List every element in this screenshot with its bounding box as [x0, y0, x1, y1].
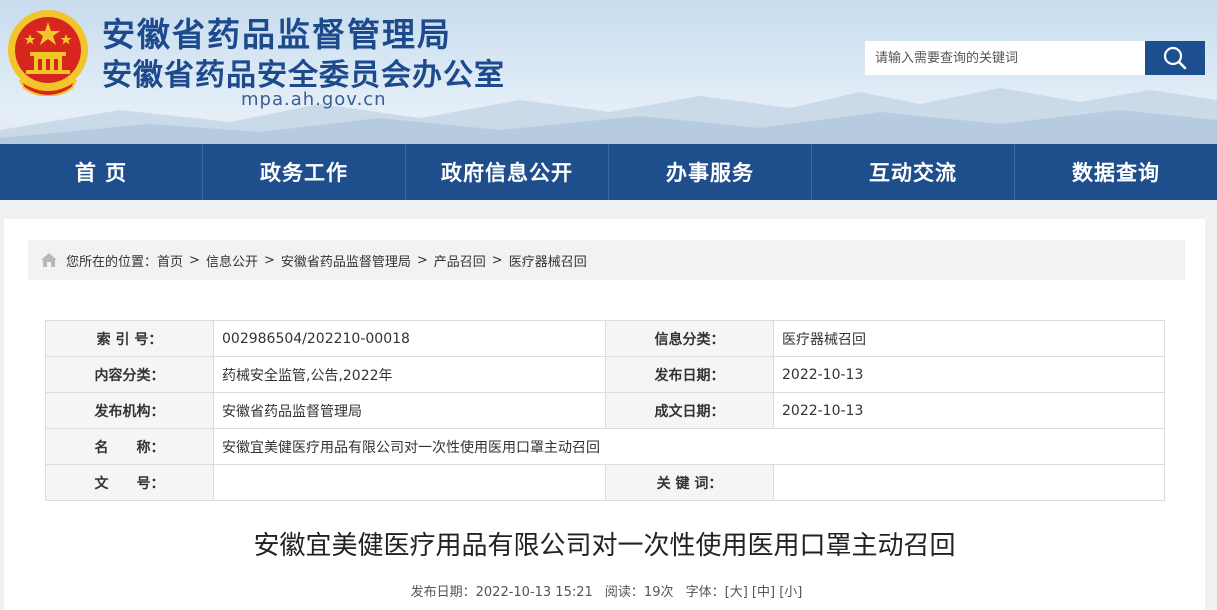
main-nav: 首 页 政务工作 政府信息公开 办事服务 互动交流 数据查询 [0, 144, 1217, 200]
font-size-label: 字体： [685, 585, 725, 600]
table-row: 发布机构： 安徽省药品监督管理局 成文日期： 2022-10-13 [45, 392, 1165, 429]
category-value: 医疗器械召回 [773, 320, 1165, 357]
site-title: 安徽省药品监督管理局 [102, 15, 452, 54]
breadcrumb-separator: > [491, 252, 503, 268]
category-label: 信息分类： [605, 320, 774, 357]
keywords-value [773, 464, 1165, 501]
font-size-small-button[interactable]: [小] [779, 585, 802, 600]
main-content: 您所在的位置： 首页 > 信息公开 > 安徽省药品监督管理局 > 产品召回 > … [4, 219, 1205, 610]
name-value: 安徽宜美健医疗用品有限公司对一次性使用医用口罩主动召回 [213, 428, 1165, 465]
font-size-large-button[interactable]: [大] [725, 585, 748, 600]
article-publish-date: 发布日期：2022-10-13 15:21 [410, 585, 593, 600]
article-title: 安徽宜美健医疗用品有限公司对一次性使用医用口罩主动召回 [253, 531, 956, 561]
breadcrumb-separator: > [189, 252, 200, 268]
index-value: 002986504/202210-00018 [213, 320, 606, 357]
metadata-table: 索 引 号： 002986504/202210-00018 信息分类： 医疗器械… [45, 320, 1165, 501]
breadcrumb-item-bureau[interactable]: 安徽省药品监督管理局 [281, 251, 411, 270]
document-number-value [213, 464, 606, 501]
breadcrumb-item-device-recall[interactable]: 医疗器械召回 [509, 251, 587, 270]
search-button[interactable] [1145, 41, 1205, 75]
document-date-label: 成文日期： [605, 392, 774, 429]
document-number-label: 文 号： [45, 464, 214, 501]
national-emblem-icon [8, 10, 88, 96]
breadcrumb-item-recall[interactable]: 产品召回 [434, 251, 486, 270]
search-input[interactable] [865, 41, 1145, 75]
table-row: 内容分类： 药械安全监管,公告,2022年 发布日期： 2022-10-13 [45, 356, 1165, 393]
publisher-value: 安徽省药品监督管理局 [213, 392, 606, 429]
breadcrumb-prefix: 您所在的位置： [66, 254, 158, 270]
keywords-label: 关 键 词： [605, 464, 774, 501]
breadcrumb-item-info[interactable]: 信息公开 [206, 251, 258, 270]
article-meta: 发布日期：2022-10-13 15:21 阅读：19次 字体：[大] [中] … [4, 581, 1205, 600]
breadcrumb-separator: > [263, 252, 275, 268]
article-read-count: 阅读：19次 [604, 585, 674, 600]
table-row: 名 称： 安徽宜美健医疗用品有限公司对一次性使用医用口罩主动召回 [45, 428, 1165, 465]
nav-item-government-work[interactable]: 政务工作 [202, 144, 405, 200]
nav-item-info-disclosure[interactable]: 政府信息公开 [405, 144, 608, 200]
content-category-label: 内容分类： [45, 356, 214, 393]
content-category-value: 药械安全监管,公告,2022年 [213, 356, 606, 393]
name-label: 名 称： [45, 428, 214, 465]
table-row: 文 号： 关 键 词： [45, 464, 1165, 501]
site-subtitle: 安徽省药品安全委员会办公室 [102, 58, 505, 93]
home-icon [40, 252, 58, 268]
nav-item-data-query[interactable]: 数据查询 [1014, 144, 1217, 200]
site-domain: mpa.ah.gov.cn [241, 89, 387, 110]
publish-date-value: 2022-10-13 [773, 356, 1165, 393]
nav-item-interaction[interactable]: 互动交流 [811, 144, 1014, 200]
nav-item-services[interactable]: 办事服务 [608, 144, 811, 200]
breadcrumb-item-home[interactable]: 首页 [157, 251, 183, 270]
site-header: 安徽省药品监督管理局 安徽省药品安全委员会办公室 mpa.ah.gov.cn [0, 0, 1217, 144]
table-row: 索 引 号： 002986504/202210-00018 信息分类： 医疗器械… [45, 320, 1165, 357]
index-label: 索 引 号： [45, 320, 214, 357]
breadcrumb-separator: > [416, 252, 428, 268]
font-size-medium-button[interactable]: [中] [752, 585, 775, 600]
search-icon [1163, 46, 1187, 70]
publisher-label: 发布机构： [45, 392, 214, 429]
document-date-value: 2022-10-13 [773, 392, 1165, 429]
nav-item-home[interactable]: 首 页 [0, 144, 202, 200]
publish-date-label: 发布日期： [605, 356, 774, 393]
breadcrumb: 您所在的位置： 首页 > 信息公开 > 安徽省药品监督管理局 > 产品召回 > … [28, 240, 1185, 280]
